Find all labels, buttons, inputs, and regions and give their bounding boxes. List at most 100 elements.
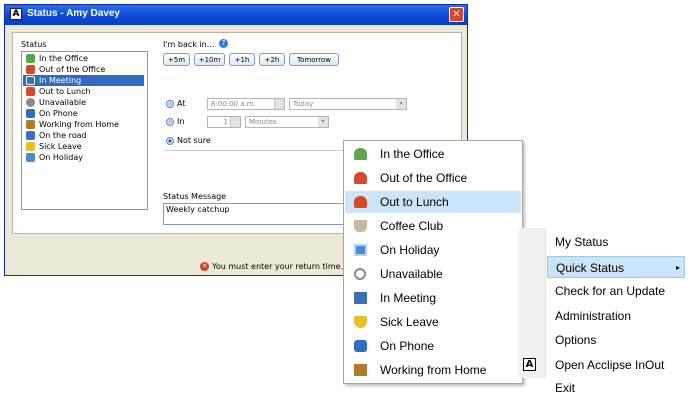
status-item-label: Unavailable — [39, 98, 87, 107]
menu-item-working-from-home[interactable]: Working from Home — [345, 359, 521, 381]
plus-5m-button[interactable]: +5m — [163, 53, 190, 66]
status-list-item[interactable]: On Holiday — [23, 152, 144, 163]
in-value: 1 — [223, 118, 228, 126]
status-item-label: Sick Leave — [39, 142, 82, 151]
not-sure-radio[interactable] — [166, 137, 174, 145]
menu-item-label: On Phone — [380, 339, 435, 353]
in-value-field[interactable]: 1 — [207, 116, 241, 128]
menu-item-sick-leave[interactable]: Sick Leave — [345, 311, 521, 333]
at-day-select[interactable]: Today ▾ — [289, 98, 407, 110]
error-text: You must enter your return time. — [212, 262, 344, 271]
menu-item-quick-status[interactable]: Quick Status ▸ — [547, 256, 685, 278]
title-bar[interactable]: A Status - Amy Davey ✕ — [5, 5, 467, 25]
menu-gutter — [519, 228, 546, 378]
person-red-icon — [26, 65, 35, 74]
tray-context-menu: My Status Quick Status ▸ Check for an Up… — [519, 228, 685, 378]
app-logo-icon: A — [523, 358, 536, 371]
close-button[interactable]: ✕ — [449, 7, 464, 22]
menu-item-out-to-lunch[interactable]: Out to Lunch — [345, 191, 521, 213]
time-spinner-icon[interactable] — [274, 99, 284, 109]
status-list-item[interactable]: Out to Lunch — [23, 86, 144, 97]
in-unit-select[interactable]: Minutes ▾ — [245, 116, 329, 128]
status-list-item[interactable]: In the Office — [23, 53, 144, 64]
tomorrow-button[interactable]: Tomorrow — [289, 53, 339, 66]
quick-status-menu: In the Office Out of the Office Out to L… — [343, 140, 523, 384]
back-in-label: I'm back in... — [163, 40, 215, 49]
error-icon: ✕ — [200, 262, 209, 271]
meeting-icon — [354, 292, 367, 304]
menu-item-exit[interactable]: Exit — [547, 378, 685, 398]
car-icon — [26, 131, 35, 140]
coffee-cup-icon — [354, 220, 367, 232]
person-red-icon — [354, 172, 367, 184]
menu-item-on-holiday[interactable]: On Holiday — [345, 239, 521, 261]
status-list-item[interactable]: On the road — [23, 130, 144, 141]
status-list-item[interactable]: Working from Home — [23, 119, 144, 130]
chevron-down-icon[interactable]: ▾ — [318, 117, 328, 127]
submenu-arrow-icon: ▸ — [675, 263, 680, 272]
menu-item-label: Coffee Club — [380, 219, 444, 233]
plus-1h-button[interactable]: +1h — [229, 53, 255, 66]
clock-icon — [354, 268, 366, 280]
person-red-icon — [354, 196, 367, 208]
plus-2h-button[interactable]: +2h — [259, 53, 285, 66]
person-green-icon — [26, 54, 35, 63]
window-title: Status - Amy Davey — [27, 8, 120, 19]
at-time-field[interactable]: 8:00:00 a.m. — [207, 98, 285, 110]
plus-10m-button[interactable]: +10m — [194, 53, 225, 66]
in-radio[interactable] — [166, 118, 174, 126]
calendar-icon — [26, 153, 35, 162]
status-list-item[interactable]: Unavailable — [23, 97, 144, 108]
menu-item-label: In the Office — [380, 147, 445, 161]
person-red-icon — [26, 87, 35, 96]
value-spinner-icon[interactable] — [230, 117, 240, 127]
menu-item-label: Out to Lunch — [380, 195, 449, 209]
not-sure-label: Not sure — [177, 136, 211, 145]
menu-item-options[interactable]: Options — [547, 329, 685, 351]
status-item-label: On the road — [39, 131, 87, 140]
status-item-label: On Holiday — [39, 153, 83, 162]
app-logo-icon: A — [10, 8, 22, 20]
menu-item-label: Working from Home — [380, 363, 487, 377]
menu-item-check-for-update[interactable]: Check for an Update — [547, 280, 685, 302]
menu-item-coffee-club[interactable]: Coffee Club — [345, 215, 521, 237]
at-radio[interactable] — [166, 100, 174, 108]
validation-error: ✕ You must enter your return time. — [200, 261, 343, 273]
clock-icon — [26, 98, 35, 107]
at-day-value: Today — [293, 100, 314, 108]
menu-item-on-phone[interactable]: On Phone — [345, 335, 521, 357]
status-item-label: In the Office — [39, 54, 88, 63]
status-list-item[interactable]: Out of the Office — [23, 64, 144, 75]
house-icon — [26, 120, 35, 129]
status-list-label: Status — [21, 40, 47, 49]
phone-icon — [26, 109, 35, 118]
menu-item-my-status[interactable]: My Status — [547, 231, 685, 253]
status-item-label: Working from Home — [39, 120, 119, 129]
menu-item-label: Out of the Office — [380, 171, 468, 185]
at-time-value: 8:00:00 a.m. — [211, 100, 256, 108]
person-green-icon — [354, 148, 367, 160]
menu-item-unavailable[interactable]: Unavailable — [345, 263, 521, 285]
status-list-item[interactable]: On Phone — [23, 108, 144, 119]
menu-item-administration[interactable]: Administration — [547, 305, 685, 327]
menu-item-in-meeting[interactable]: In Meeting — [345, 287, 521, 309]
status-list[interactable]: In the Office Out of the Office In Meeti… — [21, 51, 148, 210]
help-icon[interactable]: ? — [219, 39, 228, 48]
menu-item-label: Sick Leave — [380, 315, 439, 329]
menu-item-label: On Holiday — [380, 243, 440, 257]
phone-icon — [354, 340, 367, 352]
menu-item-out-of-the-office[interactable]: Out of the Office — [345, 167, 521, 189]
status-message-input[interactable]: Weekly catchup — [163, 203, 363, 225]
status-item-label: On Phone — [39, 109, 78, 118]
in-unit-value: Minutes — [249, 118, 277, 126]
calendar-icon — [354, 244, 367, 256]
chevron-down-icon[interactable]: ▾ — [396, 99, 406, 109]
status-list-item-selected[interactable]: In Meeting — [23, 75, 144, 86]
status-list-item[interactable]: Sick Leave — [23, 141, 144, 152]
menu-item-label: Unavailable — [380, 267, 443, 281]
status-item-label: In Meeting — [39, 76, 82, 85]
menu-item-in-the-office[interactable]: In the Office — [345, 143, 521, 165]
menu-item-open-app[interactable]: Open Acclipse InOut — [547, 354, 685, 376]
at-label: At — [177, 99, 186, 108]
status-item-label: Out of the Office — [39, 65, 106, 74]
